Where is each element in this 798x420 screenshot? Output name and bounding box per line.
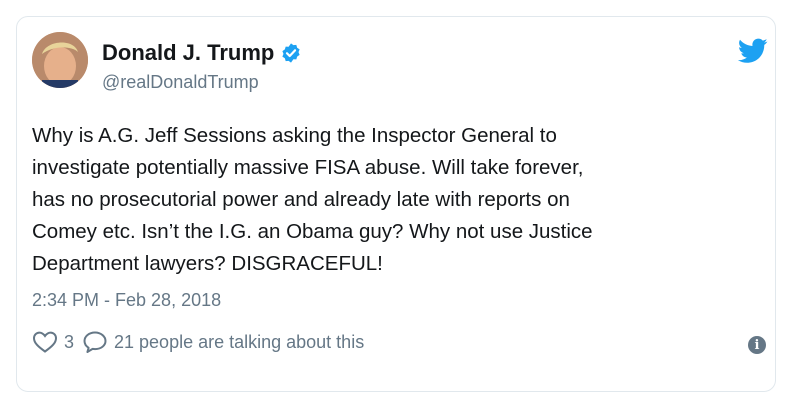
info-icon[interactable]: i (748, 336, 766, 354)
avatar-image (32, 32, 88, 88)
author-handle[interactable]: @realDonaldTrump (102, 72, 259, 93)
conversation-label: 21 people are talking about this (114, 331, 365, 352)
author-name-text: Donald J. Trump (102, 40, 275, 65)
tweet-text: Why is A.G. Jeff Sessions asking the Ins… (32, 124, 593, 275)
like-button[interactable]: 3 (32, 330, 74, 354)
author-name[interactable]: Donald J. Trump (102, 40, 302, 66)
speech-bubble-icon (83, 331, 107, 353)
verified-badge-icon (282, 43, 300, 63)
reply-button[interactable]: 21 people are talking about this (82, 330, 364, 354)
avatar[interactable] (32, 32, 88, 88)
twitter-bird-icon[interactable] (738, 38, 768, 64)
like-count: 3 (64, 331, 75, 352)
heart-icon (32, 331, 58, 353)
tweet-timestamp[interactable]: 2:34 PM - Feb 28, 2018 (32, 290, 221, 311)
tweet-actions: 3 21 people are talking about this (32, 330, 364, 354)
